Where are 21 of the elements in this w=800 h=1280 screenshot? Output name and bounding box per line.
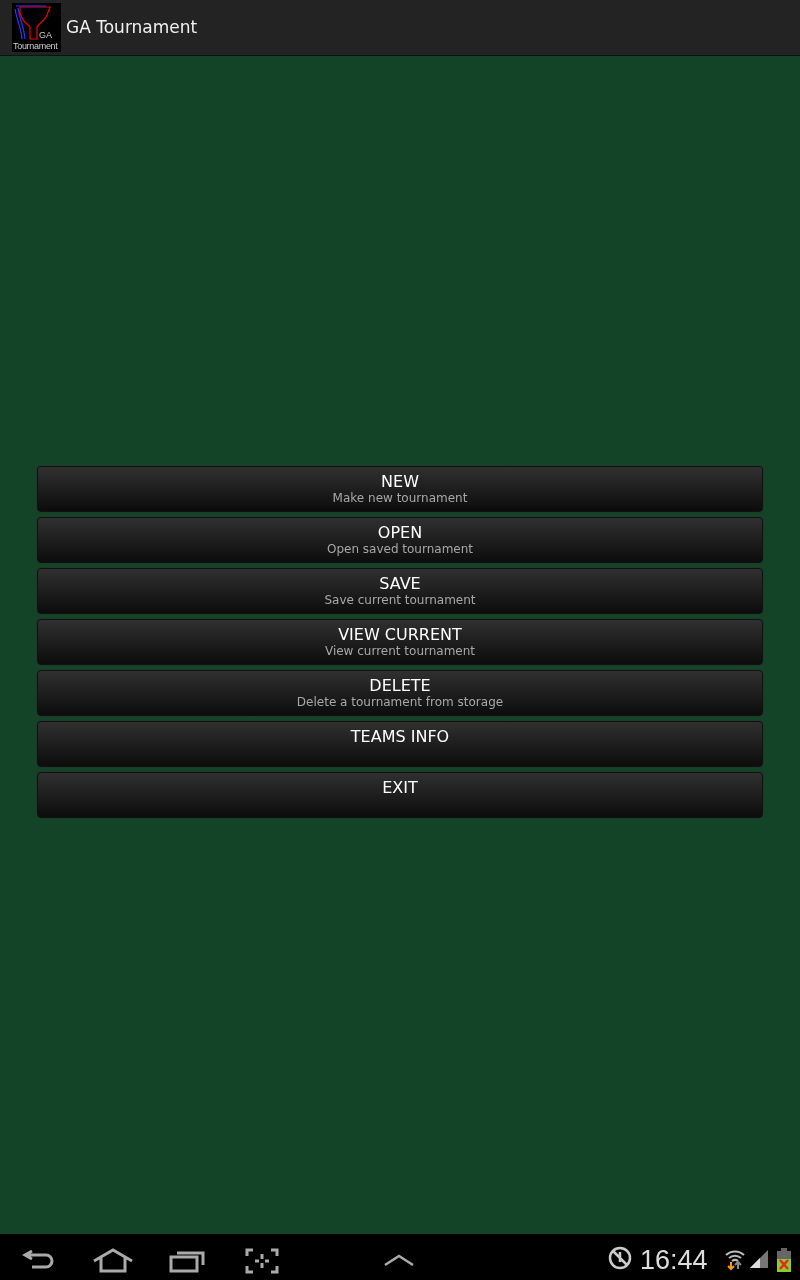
- recent-apps-icon[interactable]: [169, 1249, 205, 1273]
- logo-text: GA: [39, 31, 52, 40]
- blocked-icon: [608, 1246, 632, 1270]
- menu-button[interactable]: NEW Make new tournament: [37, 466, 763, 512]
- trophy-icon: [12, 3, 52, 41]
- chevron-up-icon[interactable]: [384, 1253, 414, 1267]
- menu-button[interactable]: VIEW CURRENT View current tournament: [37, 619, 763, 665]
- clock: 16:44: [640, 1244, 708, 1277]
- menu-button[interactable]: EXIT: [37, 772, 763, 818]
- wifi-icon: [724, 1247, 746, 1271]
- app-title: GA Tournament: [66, 15, 198, 39]
- menu-button[interactable]: DELETE Delete a tournament from storage: [37, 670, 763, 716]
- home-icon[interactable]: [92, 1247, 134, 1273]
- screenshot-icon[interactable]: [245, 1248, 279, 1274]
- signal-icon: [750, 1250, 768, 1268]
- back-icon[interactable]: [22, 1248, 56, 1270]
- menu-button[interactable]: TEAMS INFO: [37, 721, 763, 767]
- battery-icon: [777, 1248, 791, 1272]
- menu-button[interactable]: SAVE Save current tournament: [37, 568, 763, 614]
- menu-button[interactable]: OPEN Open saved tournament: [37, 517, 763, 563]
- logo-text: Tournament: [13, 42, 58, 51]
